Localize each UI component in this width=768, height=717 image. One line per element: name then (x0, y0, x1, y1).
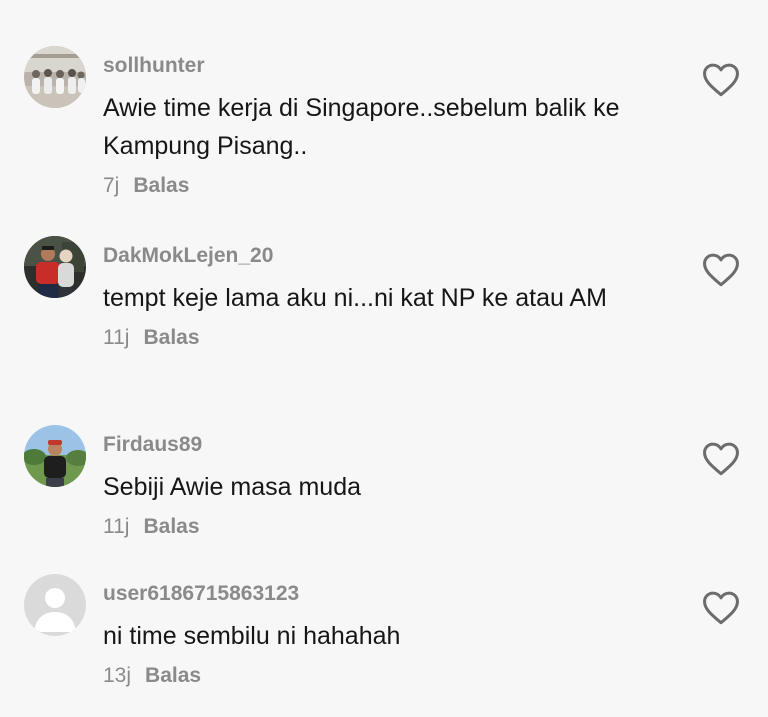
like-button[interactable] (702, 590, 740, 626)
reply-button[interactable]: Balas (143, 326, 199, 349)
avatar[interactable] (24, 236, 86, 298)
reply-button[interactable]: Balas (143, 515, 199, 538)
avatar[interactable] (24, 425, 86, 487)
comment-text: tempt keje lama aku ni...ni kat NP ke at… (103, 284, 607, 312)
comment-text: Awie time kerja di Singapore..sebelum ba… (103, 94, 620, 160)
comment-username[interactable]: DakMokLejen_20 (103, 242, 673, 270)
comment-body: Firdaus89 Sebiji Awie masa muda 11j Balas (103, 431, 673, 541)
heart-outline-icon (703, 591, 739, 625)
comment-meta: 11j Balas (103, 513, 673, 541)
comment-body: sollhunter Awie time kerja di Singapore.… (103, 52, 673, 200)
outdoor-photo-avatar-image (24, 425, 86, 487)
avatar[interactable] (24, 574, 86, 636)
like-button[interactable] (702, 441, 740, 477)
heart-outline-icon (703, 63, 739, 97)
comment-time: 13j (103, 664, 132, 687)
comment-time: 11j (103, 326, 130, 349)
comment-list: sollhunter Awie time kerja di Singapore.… (0, 0, 768, 717)
couple-photo-avatar-image (24, 236, 86, 298)
comment-meta: 7j Balas (103, 172, 673, 200)
reply-button[interactable]: Balas (133, 174, 189, 197)
avatar[interactable] (24, 46, 86, 108)
comment-username[interactable]: Firdaus89 (103, 431, 673, 459)
heart-outline-icon (703, 253, 739, 287)
comment-time: 7j (103, 174, 120, 197)
comment-meta: 11j Balas (103, 324, 673, 352)
default-user-avatar (24, 574, 86, 636)
group-photo-avatar-image (24, 46, 86, 108)
heart-outline-icon (703, 442, 739, 476)
like-button[interactable] (702, 252, 740, 288)
comment-body: DakMokLejen_20 tempt keje lama aku ni...… (103, 242, 673, 352)
comment-time: 11j (103, 515, 130, 538)
comment-meta: 13j Balas (103, 662, 673, 690)
comment-body: user6186715863123 ni time sembilu ni hah… (103, 580, 673, 690)
reply-button[interactable]: Balas (145, 664, 201, 687)
like-button[interactable] (702, 62, 740, 98)
comment-username[interactable]: user6186715863123 (103, 580, 673, 608)
comment-text: Sebiji Awie masa muda (103, 473, 362, 501)
comment-text: ni time sembilu ni hahahah (103, 622, 401, 650)
comment-username[interactable]: sollhunter (103, 52, 673, 80)
